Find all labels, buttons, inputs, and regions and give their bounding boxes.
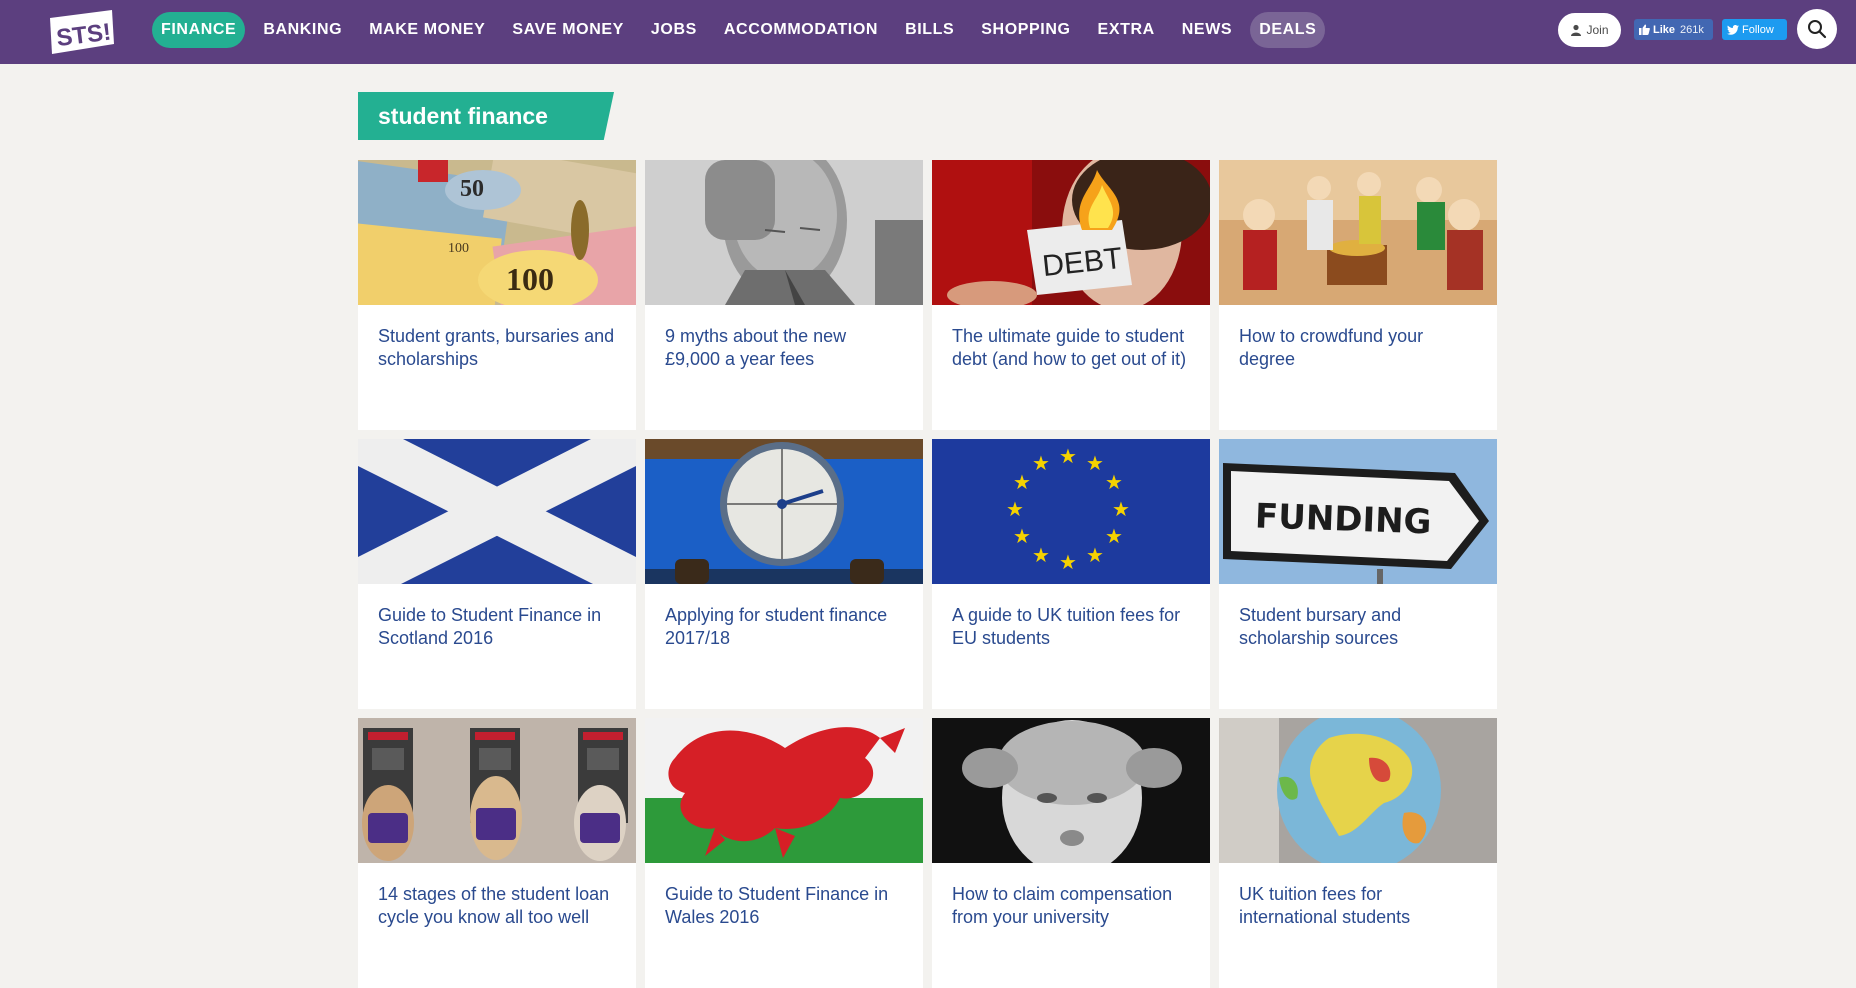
svg-text:★: ★ <box>1059 550 1077 574</box>
article-card[interactable]: How to crowdfund your degree <box>1219 160 1497 430</box>
svg-text:★: ★ <box>1013 524 1031 548</box>
grumpy-child-image <box>932 718 1210 863</box>
nav-item-save-money[interactable]: SAVE MONEY <box>503 12 633 48</box>
article-card[interactable]: DEBT The ultimate guide to student debt … <box>932 160 1210 430</box>
nav-item-news[interactable]: NEWS <box>1173 12 1241 48</box>
article-title[interactable]: Guide to Student Finance in Wales 2016 <box>645 863 923 929</box>
scotland-flag-image <box>358 439 636 584</box>
burning-debt-image: DEBT <box>932 160 1210 305</box>
user-icon <box>1571 24 1582 36</box>
svg-text:★: ★ <box>1105 524 1123 548</box>
nav-item-bills[interactable]: BILLS <box>896 12 963 48</box>
article-card[interactable]: Applying for student finance 2017/18 <box>645 439 923 709</box>
article-title[interactable]: UK tuition fees for international studen… <box>1219 863 1497 929</box>
svg-text:100: 100 <box>506 261 554 297</box>
svg-text:50: 50 <box>460 176 484 202</box>
article-title[interactable]: How to claim compensation from your univ… <box>932 863 1210 929</box>
article-title[interactable]: Student grants, bursaries and scholarshi… <box>358 305 636 371</box>
svg-text:★: ★ <box>1105 470 1123 494</box>
globe-image <box>1219 718 1497 863</box>
section-title: student finance <box>358 92 614 140</box>
search-icon <box>1808 20 1827 39</box>
article-card[interactable]: FUNDING Student bursary and scholarship … <box>1219 439 1497 709</box>
twitter-follow-label: Follow <box>1742 23 1774 36</box>
svg-text:100: 100 <box>448 241 469 256</box>
join-label: Join <box>1586 23 1609 37</box>
article-card[interactable]: 50 100 100 Student grants, bursaries and… <box>358 160 636 430</box>
stressed-man-image <box>645 160 923 305</box>
article-grid: 50 100 100 Student grants, bursaries and… <box>358 160 1499 988</box>
svg-text:★: ★ <box>1086 451 1104 475</box>
article-title[interactable]: How to crowdfund your degree <box>1219 305 1497 371</box>
article-card[interactable]: ★ ★ ★ ★ ★ ★ ★ ★ ★ ★ ★ ★ A guide to UK tuition fe… <box>932 439 1210 709</box>
article-title[interactable]: Student bursary and scholarship sources <box>1219 584 1497 650</box>
svg-text:★: ★ <box>1032 543 1050 567</box>
monopoly-money-image: 50 100 100 <box>358 160 636 305</box>
facebook-like-label: Like <box>1653 23 1676 36</box>
svg-text:★: ★ <box>1032 451 1050 475</box>
twitter-bird-icon <box>1727 24 1739 35</box>
dogs-at-atms-image <box>358 718 636 863</box>
article-card[interactable]: 14 stages of the student loan cycle you … <box>358 718 636 988</box>
nav-item-finance[interactable]: FINANCE <box>152 12 246 48</box>
article-card[interactable]: How to claim compensation from your univ… <box>932 718 1210 988</box>
svg-text:★: ★ <box>1006 497 1024 521</box>
article-title[interactable]: Applying for student finance 2017/18 <box>645 584 923 650</box>
nav-item-jobs[interactable]: JOBS <box>642 12 706 48</box>
main-nav: FINANCE BANKING MAKE MONEY SAVE MONEY JO… <box>152 12 1334 48</box>
sts-logo[interactable]: STS! <box>48 10 116 54</box>
nav-item-extra[interactable]: EXTRA <box>1089 12 1164 48</box>
join-button[interactable]: Join <box>1558 13 1621 47</box>
search-button[interactable] <box>1797 9 1837 49</box>
wales-flag-image <box>645 718 923 863</box>
nav-item-deals[interactable]: DEALS <box>1250 12 1326 48</box>
thumbs-up-icon <box>1639 24 1650 35</box>
svg-text:★: ★ <box>1059 444 1077 468</box>
nav-item-make-money[interactable]: MAKE MONEY <box>360 12 494 48</box>
funding-sign-image: FUNDING <box>1219 439 1497 584</box>
article-title[interactable]: Guide to Student Finance in Scotland 201… <box>358 584 636 650</box>
article-card[interactable]: Guide to Student Finance in Wales 2016 <box>645 718 923 988</box>
facebook-like-count: 261k <box>1680 23 1704 36</box>
article-card[interactable]: 9 myths about the new £9,000 a year fees <box>645 160 923 430</box>
svg-text:★: ★ <box>1086 543 1104 567</box>
article-card[interactable]: Guide to Student Finance in Scotland 201… <box>358 439 636 709</box>
twitter-follow-button[interactable]: Follow <box>1722 19 1787 40</box>
top-navigation-bar: STS! FINANCE BANKING MAKE MONEY SAVE MON… <box>0 0 1856 64</box>
nav-item-shopping[interactable]: SHOPPING <box>972 12 1079 48</box>
eu-flag-image: ★ ★ ★ ★ ★ ★ ★ ★ ★ ★ ★ ★ <box>932 439 1210 584</box>
facebook-like-button[interactable]: Like 261k <box>1634 19 1713 40</box>
countdown-clock-image <box>645 439 923 584</box>
article-title[interactable]: 14 stages of the student loan cycle you … <box>358 863 636 929</box>
svg-text:★: ★ <box>1112 497 1130 521</box>
toy-figures-treasure-image <box>1219 160 1497 305</box>
svg-text:STS!: STS! <box>55 19 113 52</box>
article-title[interactable]: The ultimate guide to student debt (and … <box>932 305 1210 371</box>
svg-text:★: ★ <box>1013 470 1031 494</box>
article-card[interactable]: UK tuition fees for international studen… <box>1219 718 1497 988</box>
nav-item-banking[interactable]: BANKING <box>254 12 351 48</box>
nav-item-accommodation[interactable]: ACCOMMODATION <box>715 12 887 48</box>
article-title[interactable]: 9 myths about the new £9,000 a year fees <box>645 305 923 371</box>
article-title[interactable]: A guide to UK tuition fees for EU studen… <box>932 584 1210 650</box>
svg-text:FUNDING: FUNDING <box>1254 496 1432 542</box>
